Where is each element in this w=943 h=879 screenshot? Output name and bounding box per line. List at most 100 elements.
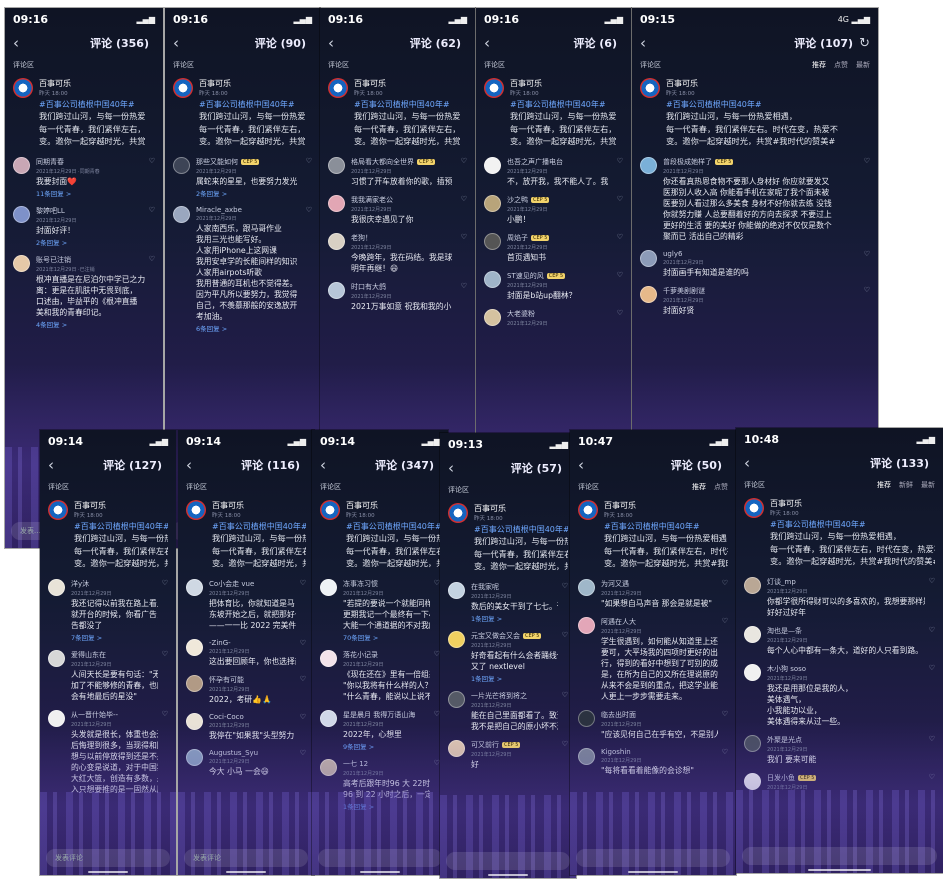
post-hashtag[interactable]: #百事公司植根中国40年# [212, 521, 306, 532]
like-icon[interactable]: ♡ [149, 255, 155, 329]
commenter-name[interactable]: 冻事冻习惯 [343, 579, 430, 589]
commenter-name[interactable]: 阿遇在人大 [601, 617, 718, 627]
pepsi-logo-avatar[interactable] [328, 78, 348, 98]
commenter-name[interactable]: 木小狗 soso [767, 664, 925, 674]
commenter-name[interactable]: 淘也是—条 [767, 626, 925, 636]
commenter-avatar[interactable] [328, 156, 345, 174]
post-hashtag[interactable]: #百事公司植根中国40年# [354, 99, 467, 110]
commenter-avatar[interactable] [640, 285, 657, 303]
post-author[interactable]: 百事可乐 [474, 503, 568, 514]
post-author[interactable]: 百事可乐 [39, 78, 155, 89]
commenter-name[interactable]: 同期青春 [36, 157, 145, 167]
like-icon[interactable]: ♡ [461, 157, 467, 187]
like-icon[interactable]: ♡ [617, 233, 623, 263]
like-icon[interactable]: ♡ [461, 233, 467, 274]
commenter-name[interactable]: ST速见的风 CEP 5 [507, 271, 613, 281]
post-hashtag[interactable]: #百事公司植根中国40年# [346, 521, 440, 532]
view-replies-link[interactable]: 11条回复 > [36, 188, 145, 198]
pepsi-logo-avatar[interactable] [448, 503, 468, 523]
like-icon[interactable]: ♡ [617, 271, 623, 301]
commenter-avatar[interactable] [484, 270, 501, 288]
commenter-name[interactable]: 临去出时面 [601, 710, 718, 720]
commenter-avatar[interactable] [48, 578, 65, 596]
comment-input-field[interactable] [576, 849, 730, 867]
back-arrow-icon[interactable]: ‹ [640, 34, 658, 52]
commenter-name[interactable]: ugly6 [663, 250, 860, 258]
commenter-avatar[interactable] [640, 249, 657, 267]
post-author[interactable]: 百事可乐 [212, 500, 306, 511]
commenter-name[interactable]: 曾段极成她样了 CEP 5 [663, 157, 860, 167]
commenter-avatar[interactable] [484, 194, 501, 212]
commenter-avatar[interactable] [484, 308, 501, 326]
sort-tab-1[interactable]: 推荐 [877, 480, 891, 490]
commenter-name[interactable]: Co小会走 vue [209, 579, 296, 589]
back-arrow-icon[interactable]: ‹ [578, 456, 596, 474]
sort-tab-1[interactable]: 推荐 [692, 482, 706, 492]
pepsi-logo-avatar[interactable] [13, 78, 33, 98]
back-arrow-icon[interactable]: ‹ [744, 454, 762, 472]
commenter-name[interactable]: 一片光芒将到将之 [471, 691, 558, 701]
comment-input-field[interactable]: 发表评论 [46, 849, 170, 867]
post-author[interactable]: 百事可乐 [510, 78, 623, 89]
back-arrow-icon[interactable]: ‹ [13, 34, 31, 52]
comment-input-field[interactable] [742, 847, 937, 865]
commenter-avatar[interactable] [448, 690, 465, 708]
like-icon[interactable]: ♡ [562, 631, 568, 683]
like-icon[interactable]: ♡ [562, 582, 568, 623]
commenter-avatar[interactable] [744, 576, 761, 594]
post-hashtag[interactable]: #百事公司植根中国40年# [74, 521, 168, 532]
post-hashtag[interactable]: #百事公司植根中国40年# [770, 519, 935, 530]
back-arrow-icon[interactable]: ‹ [320, 456, 338, 474]
pepsi-logo-avatar[interactable] [484, 78, 504, 98]
commenter-avatar[interactable] [328, 232, 345, 250]
commenter-name[interactable]: Miracle_axbe [196, 206, 302, 214]
commenter-name[interactable]: 星是晨月 我得万语山海 [343, 710, 430, 720]
commenter-avatar[interactable] [320, 649, 337, 667]
like-icon[interactable]: ♡ [722, 579, 728, 609]
commenter-name[interactable]: 从一晋什始毕-- [71, 710, 158, 720]
post-hashtag[interactable]: #百事公司植根中国40年# [39, 99, 155, 110]
commenter-name[interactable]: 黎婷吧LL [36, 206, 145, 216]
pepsi-logo-avatar[interactable] [173, 78, 193, 98]
like-icon[interactable]: ♡ [722, 617, 728, 702]
post-hashtag[interactable]: #百事公司植根中国40年# [474, 524, 568, 535]
commenter-name[interactable]: 怀孕有可能 [209, 675, 296, 685]
sort-tab-2[interactable]: 新鲜 [899, 480, 913, 490]
like-icon[interactable]: ♡ [929, 577, 935, 618]
commenter-name[interactable]: 千萝美剧剧谜 [663, 286, 860, 296]
commenter-avatar[interactable] [13, 156, 30, 174]
commenter-name[interactable]: 我我满家老公 [351, 195, 457, 205]
back-arrow-icon[interactable]: ‹ [484, 34, 502, 52]
commenter-name[interactable]: 老狗！ [351, 233, 457, 243]
commenter-avatar[interactable] [13, 205, 30, 223]
like-icon[interactable]: ♡ [162, 579, 168, 642]
back-arrow-icon[interactable]: ‹ [173, 34, 191, 52]
commenter-name[interactable]: 爱得山东在 [71, 650, 158, 660]
post-hashtag[interactable]: #百事公司植根中国40年# [666, 99, 870, 110]
commenter-avatar[interactable] [48, 649, 65, 667]
like-icon[interactable]: ♡ [929, 626, 935, 656]
sort-tab-2[interactable]: 点赞 [834, 60, 848, 70]
post-author[interactable]: 百事可乐 [770, 498, 935, 509]
commenter-name[interactable]: 元宝又做会又会 CEP 5 [471, 631, 558, 641]
commenter-avatar[interactable] [186, 578, 203, 596]
sort-tab-2[interactable]: 点赞 [714, 482, 728, 492]
like-icon[interactable]: ♡ [461, 282, 467, 312]
commenter-avatar[interactable] [744, 625, 761, 643]
view-replies-link[interactable]: 7条回复 > [71, 632, 158, 642]
commenter-name[interactable]: 时口有大鸽 [351, 282, 457, 292]
pepsi-logo-avatar[interactable] [578, 500, 598, 520]
commenter-name[interactable]: 大老婆粉 [507, 309, 613, 319]
commenter-avatar[interactable] [578, 578, 595, 596]
commenter-name[interactable]: 那些又能如何 CEP 5 [196, 157, 302, 167]
like-icon[interactable]: ♡ [617, 195, 623, 225]
post-hashtag[interactable]: #百事公司植根中国40年# [510, 99, 623, 110]
post-author[interactable]: 百事可乐 [666, 78, 870, 89]
commenter-name[interactable]: 落花小记录 [343, 650, 430, 660]
post-hashtag[interactable]: #百事公司植根中国40年# [604, 521, 728, 532]
commenter-avatar[interactable] [328, 281, 345, 299]
commenter-avatar[interactable] [448, 630, 465, 648]
commenter-avatar[interactable] [484, 156, 501, 174]
post-author[interactable]: 百事可乐 [74, 500, 168, 511]
pepsi-logo-avatar[interactable] [48, 500, 68, 520]
